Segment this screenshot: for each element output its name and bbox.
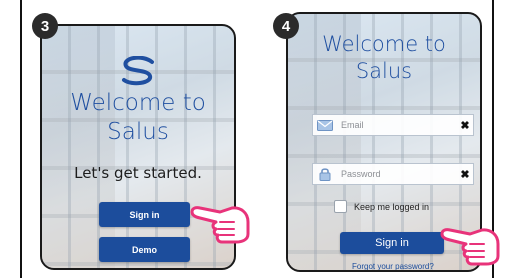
demo-button[interactable]: Demo xyxy=(99,237,190,262)
tagline: Let's get started. xyxy=(74,164,202,182)
clear-email-icon[interactable]: ✖ xyxy=(457,119,473,132)
clear-password-icon[interactable]: ✖ xyxy=(457,168,473,181)
left-border-rail xyxy=(20,0,22,278)
welcome-title-line-2: Salus xyxy=(107,119,169,145)
welcome-title-line-1: Welcome to xyxy=(322,32,446,56)
step-4-badge: 4 xyxy=(273,13,299,39)
keep-logged-in-label: Keep me logged in xyxy=(354,202,430,212)
keep-logged-in-checkbox[interactable] xyxy=(334,200,347,213)
sign-in-button[interactable]: Sign in xyxy=(99,202,190,227)
password-placeholder: Password xyxy=(341,169,381,179)
email-field[interactable]: Email ✖ xyxy=(312,114,474,136)
pointing-hand-icon xyxy=(190,206,250,244)
password-field[interactable]: Password ✖ xyxy=(312,163,474,185)
sign-in-button[interactable]: Sign in xyxy=(340,232,444,254)
salus-logo-icon xyxy=(122,56,154,86)
forgot-password-link[interactable]: Forgot your password? xyxy=(352,262,434,270)
welcome-title-line-2: Salus xyxy=(355,59,413,83)
pointing-hand-icon xyxy=(440,228,500,266)
email-placeholder: Email xyxy=(341,120,364,130)
lock-icon xyxy=(313,164,337,184)
envelope-icon xyxy=(313,115,337,135)
welcome-title-line-1: Welcome to xyxy=(70,90,206,116)
step-3-badge: 3 xyxy=(32,13,58,39)
